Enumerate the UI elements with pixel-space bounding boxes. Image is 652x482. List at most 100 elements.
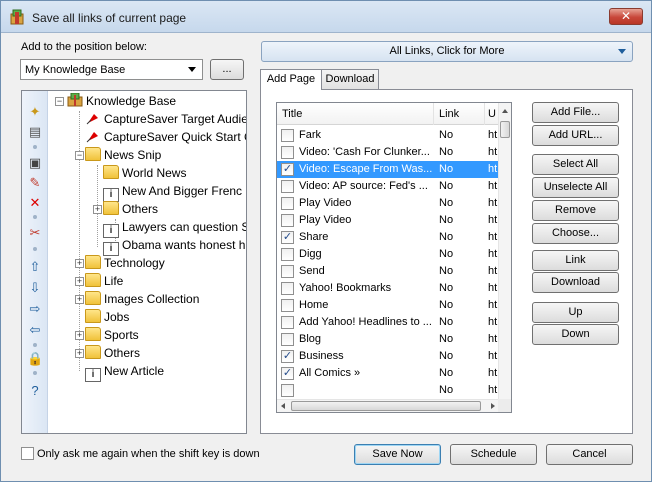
delete-icon[interactable]: ✕: [27, 195, 43, 211]
shift-key-checkbox[interactable]: [21, 447, 34, 460]
add-url-button[interactable]: Add URL...: [532, 125, 619, 146]
row-title: Fark: [299, 129, 321, 141]
row-checkbox[interactable]: ✓: [281, 231, 294, 244]
table-row[interactable]: ✓ Business No ht: [277, 348, 499, 365]
expand-others-toggle[interactable]: +: [93, 205, 102, 214]
table-row[interactable]: Digg No ht: [277, 246, 499, 263]
row-checkbox[interactable]: [281, 197, 294, 210]
expand-images-toggle[interactable]: +: [75, 295, 84, 304]
row-checkbox[interactable]: ✓: [281, 350, 294, 363]
expand-life-toggle[interactable]: +: [75, 277, 84, 286]
move-right-icon[interactable]: ⇨: [27, 301, 43, 317]
expand-sports-toggle[interactable]: +: [75, 331, 84, 340]
move-down-button[interactable]: Down: [532, 324, 619, 345]
move-up-icon[interactable]: ⇧: [27, 259, 43, 275]
browse-position-button[interactable]: ...: [210, 59, 244, 80]
row-checkbox[interactable]: ✓: [281, 367, 294, 380]
list-horizontal-scrollbar[interactable]: [277, 399, 499, 412]
cancel-button[interactable]: Cancel: [546, 444, 633, 465]
table-row[interactable]: Yahoo! Bookmarks No ht: [277, 280, 499, 297]
lock-icon[interactable]: 🔒: [27, 351, 43, 367]
table-row[interactable]: Video: 'Cash For Clunker... No ht: [277, 144, 499, 161]
row-checkbox[interactable]: [281, 333, 294, 346]
move-down-icon[interactable]: ⇩: [27, 280, 43, 296]
column-url[interactable]: U: [485, 103, 499, 125]
tree-node-bigger-french[interactable]: i New And Bigger Frenc: [103, 183, 242, 202]
tree-node-new-article[interactable]: i New Article: [85, 363, 164, 382]
new-folder-icon[interactable]: ✦: [27, 104, 43, 120]
table-row[interactable]: Play Video No ht: [277, 212, 499, 229]
close-button[interactable]: ✕: [609, 8, 643, 25]
pin-icon: [86, 114, 98, 125]
table-row[interactable]: ✓ All Comics » No ht: [277, 365, 499, 382]
scroll-thumb[interactable]: [500, 121, 510, 138]
schedule-button[interactable]: Schedule: [450, 444, 537, 465]
table-row[interactable]: Send No ht: [277, 263, 499, 280]
tree-node-sports[interactable]: Sports: [85, 327, 139, 344]
tree-node-life[interactable]: Life: [85, 273, 123, 290]
row-checkbox[interactable]: [281, 384, 294, 397]
table-row[interactable]: Video: AP source: Fed's ... No ht: [277, 178, 499, 195]
tree-node-technology[interactable]: Technology: [85, 255, 165, 272]
collapse-news-snip-toggle[interactable]: −: [75, 151, 84, 160]
table-row[interactable]: No ht: [277, 382, 499, 399]
help-icon[interactable]: ?: [27, 383, 43, 399]
row-checkbox[interactable]: [281, 180, 294, 193]
row-checkbox[interactable]: [281, 299, 294, 312]
link-button[interactable]: Link: [532, 250, 619, 271]
move-left-icon[interactable]: ⇦: [27, 322, 43, 338]
tree-node-images-collection[interactable]: Images Collection: [85, 291, 199, 308]
choose-button[interactable]: Choose...: [532, 223, 619, 244]
row-checkbox[interactable]: [281, 214, 294, 227]
row-checkbox[interactable]: [281, 146, 294, 159]
row-checkbox[interactable]: [281, 316, 294, 329]
edit-icon[interactable]: ✎: [27, 175, 43, 191]
save-now-button[interactable]: Save Now: [354, 444, 441, 465]
cut-icon[interactable]: ✂: [27, 225, 43, 241]
properties-icon[interactable]: ▣: [27, 155, 43, 171]
table-row[interactable]: ✓ Video: Escape From Was... No ht: [277, 161, 499, 178]
tree-node-lawyers[interactable]: i Lawyers can question S: [103, 219, 246, 238]
row-checkbox[interactable]: [281, 129, 294, 142]
new-page-icon[interactable]: ▤: [27, 124, 43, 140]
row-checkbox[interactable]: [281, 265, 294, 278]
table-row[interactable]: Fark No ht: [277, 127, 499, 144]
row-checkbox[interactable]: ✓: [281, 163, 294, 176]
tree-node-world-news[interactable]: World News: [103, 165, 186, 182]
unselect-all-button[interactable]: Unselecte All: [532, 177, 619, 198]
tree-node-jobs[interactable]: Jobs: [85, 309, 129, 326]
list-vertical-scrollbar[interactable]: [498, 103, 511, 412]
tab-download[interactable]: Download: [321, 69, 379, 89]
tree-node-news-snip[interactable]: News Snip: [85, 147, 161, 164]
collapse-root-toggle[interactable]: −: [55, 97, 64, 106]
table-row[interactable]: Home No ht: [277, 297, 499, 314]
tree-node-others[interactable]: Others: [85, 345, 140, 362]
scroll-thumb[interactable]: [291, 401, 481, 411]
scroll-right-icon[interactable]: [491, 403, 495, 409]
tree-node-quick-start[interactable]: CaptureSaver Quick Start G: [85, 129, 246, 146]
row-checkbox[interactable]: [281, 248, 294, 261]
links-filter-dropdown[interactable]: All Links, Click for More: [261, 41, 633, 62]
add-file-button[interactable]: Add File...: [532, 102, 619, 123]
table-row[interactable]: Add Yahoo! Headlines to ... No ht: [277, 314, 499, 331]
tree-node-obama[interactable]: i Obama wants honest h: [103, 237, 245, 256]
row-checkbox[interactable]: [281, 282, 294, 295]
scroll-left-icon[interactable]: [281, 403, 285, 409]
tree-node-target-audience[interactable]: CaptureSaver Target Audie: [85, 111, 246, 128]
tab-add-page[interactable]: Add Page: [260, 69, 322, 90]
select-all-button[interactable]: Select All: [532, 154, 619, 175]
scroll-up-icon[interactable]: [502, 109, 508, 113]
table-row[interactable]: Play Video No ht: [277, 195, 499, 212]
tree-node-others-sub[interactable]: Others: [103, 201, 158, 218]
remove-button[interactable]: Remove: [532, 200, 619, 221]
table-row[interactable]: ✓ Share No ht: [277, 229, 499, 246]
expand-technology-toggle[interactable]: +: [75, 259, 84, 268]
move-up-button[interactable]: Up: [532, 302, 619, 323]
column-title[interactable]: Title: [277, 103, 434, 125]
download-button[interactable]: Download: [532, 272, 619, 293]
expand-others-toggle[interactable]: +: [75, 349, 84, 358]
position-select[interactable]: My Knowledge Base: [20, 59, 203, 80]
table-row[interactable]: Blog No ht: [277, 331, 499, 348]
column-link[interactable]: Link: [434, 103, 485, 125]
tree-node-knowledge-base[interactable]: Knowledge Base: [67, 93, 176, 110]
